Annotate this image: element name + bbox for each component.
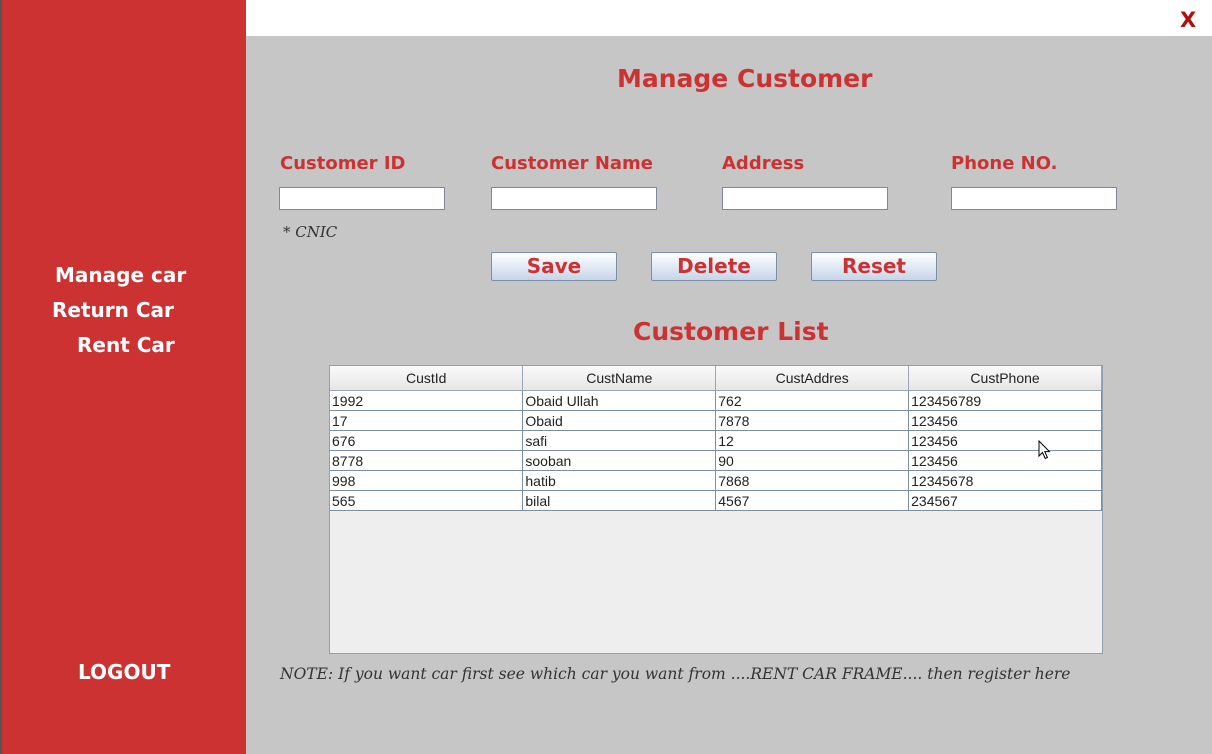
cell-custphone[interactable]: 123456 <box>908 410 1102 431</box>
cell-custaddres[interactable]: 4567 <box>715 490 910 511</box>
cell-custname[interactable]: safi <box>522 430 717 451</box>
sidebar: Manage car Return Car Rent Car LOGOUT <box>2 0 246 754</box>
cnic-hint: * CNIC <box>283 223 338 241</box>
column-header-custname[interactable]: CustName <box>522 366 717 391</box>
cell-custid[interactable]: 998 <box>330 470 524 491</box>
page-title: Manage Customer <box>617 64 873 93</box>
cell-custphone[interactable]: 123456789 <box>908 390 1102 411</box>
register-note: NOTE: If you want car first see which ca… <box>280 665 1071 683</box>
cell-custname[interactable]: Obaid <box>522 410 717 431</box>
cell-custaddres[interactable]: 12 <box>715 430 910 451</box>
phone-input[interactable] <box>951 187 1117 210</box>
customer-name-input[interactable] <box>491 187 657 210</box>
cell-custaddres[interactable]: 7878 <box>715 410 910 431</box>
cell-custname[interactable]: Obaid Ullah <box>522 390 717 411</box>
cell-custname[interactable]: bilal <box>522 490 717 511</box>
column-header-custaddres[interactable]: CustAddres <box>715 366 910 391</box>
cell-custname[interactable]: sooban <box>522 450 717 471</box>
cell-custid[interactable]: 1992 <box>330 390 524 411</box>
delete-button[interactable]: Delete <box>651 252 777 281</box>
customer-id-input[interactable] <box>279 187 445 210</box>
cell-custid[interactable]: 8778 <box>330 450 524 471</box>
table-row[interactable]: 676 safi 12 123456 <box>330 430 1102 451</box>
customer-list-title: Customer List <box>633 317 829 346</box>
cell-custphone[interactable]: 234567 <box>908 490 1102 511</box>
sidebar-item-manage-car[interactable]: Manage car <box>55 263 186 287</box>
address-input[interactable] <box>722 187 888 210</box>
column-header-custphone[interactable]: CustPhone <box>908 366 1102 391</box>
table-row[interactable]: 17 Obaid 7878 123456 <box>330 410 1102 431</box>
cell-custid[interactable]: 676 <box>330 430 524 451</box>
cell-custaddres[interactable]: 90 <box>715 450 910 471</box>
table-row[interactable]: 8778 sooban 90 123456 <box>330 450 1102 471</box>
cell-custphone[interactable]: 12345678 <box>908 470 1102 491</box>
table-row[interactable]: 998 hatib 7868 12345678 <box>330 470 1102 491</box>
column-header-custid[interactable]: CustId <box>330 366 524 391</box>
cell-custphone[interactable]: 123456 <box>908 430 1102 451</box>
cell-custaddres[interactable]: 762 <box>715 390 910 411</box>
table-row[interactable]: 1992 Obaid Ullah 762 123456789 <box>330 390 1102 411</box>
reset-button[interactable]: Reset <box>811 252 937 281</box>
customer-id-label: Customer ID <box>280 153 406 174</box>
cell-custaddres[interactable]: 7868 <box>715 470 910 491</box>
mouse-cursor-icon <box>1038 440 1051 460</box>
sidebar-item-return-car[interactable]: Return Car <box>52 298 174 322</box>
sidebar-item-rent-car[interactable]: Rent Car <box>77 333 175 357</box>
address-label: Address <box>722 153 805 174</box>
cell-custid[interactable]: 565 <box>330 490 524 511</box>
cell-custname[interactable]: hatib <box>522 470 717 491</box>
phone-label: Phone NO. <box>951 153 1058 174</box>
table-header-row: CustId CustName CustAddres CustPhone <box>330 366 1102 391</box>
title-bar <box>246 0 1212 36</box>
cell-custphone[interactable]: 123456 <box>908 450 1102 471</box>
save-button[interactable]: Save <box>491 252 617 281</box>
cell-custid[interactable]: 17 <box>330 410 524 431</box>
close-button[interactable]: X <box>1180 8 1196 32</box>
customer-table: CustId CustName CustAddres CustPhone 199… <box>329 365 1103 654</box>
table-row[interactable]: 565 bilal 4567 234567 <box>330 490 1102 511</box>
customer-name-label: Customer Name <box>491 153 653 174</box>
logout-button[interactable]: LOGOUT <box>78 660 170 684</box>
